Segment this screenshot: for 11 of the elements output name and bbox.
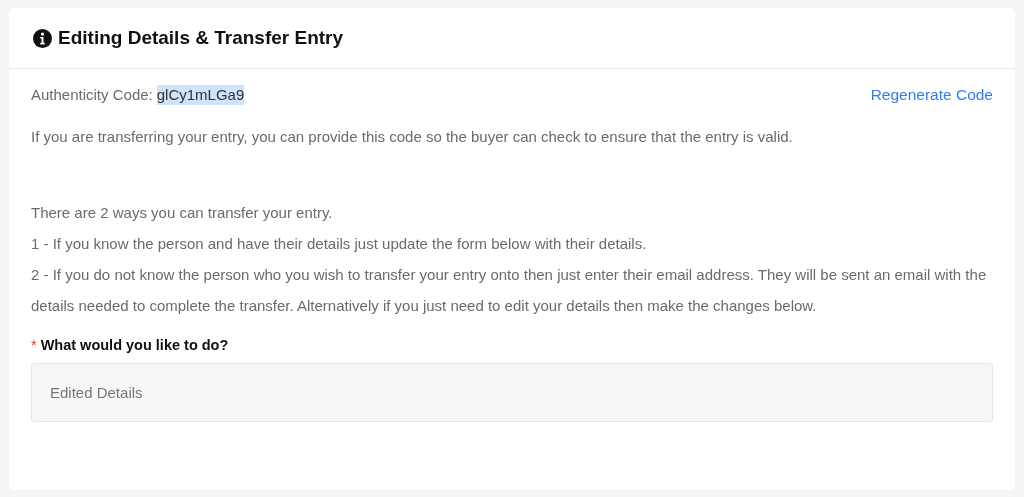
instruction-text: 1 - If you know the person and have their details just update the form below with their details. xyxy=(31,234,648,254)
question-label: What would you like to do? xyxy=(40,337,229,353)
card-title: Editing Details & Transfer Entry xyxy=(58,27,344,49)
regenerate-code-link[interactable]: Regenerate Code xyxy=(870,85,993,105)
instruction-text: 2 - If you do not know the person who you wish to transfer your entry onto then just enter their email address. They will be sent an email with the details needed to complete the transfer. Alternatively if you just need to edit your details then make the changes below. xyxy=(31,265,988,316)
instruction-text: There are 2 ways you can transfer your entry. xyxy=(31,203,334,223)
intro-text: If you are transferring your entry, you can provide this code so the buyer can check to ensure that the entry is valid. xyxy=(31,127,794,147)
code-label: Authenticity Code: xyxy=(31,85,153,105)
required-mark: * xyxy=(31,337,37,353)
info-icon xyxy=(33,28,52,48)
authenticity-code: glCy1mLGa9 xyxy=(156,85,245,105)
